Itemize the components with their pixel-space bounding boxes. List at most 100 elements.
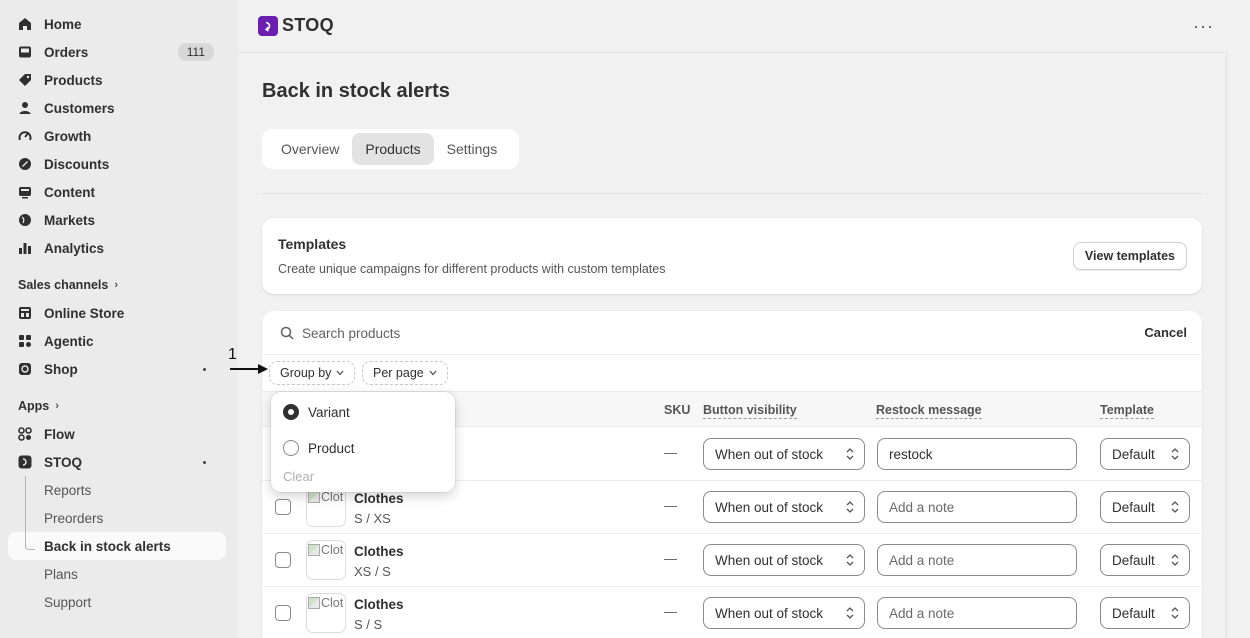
home-icon [18,17,32,31]
templates-card: Templates Create unique campaigns for di… [262,218,1202,294]
button-visibility-select[interactable]: When out of stock [703,544,865,576]
button-visibility-column-header[interactable]: Button visibility [703,403,797,419]
divider [1226,53,1227,638]
table-row[interactable]: Clot Clothes S / S — When out of stock A… [262,587,1202,638]
discount-icon [18,157,32,171]
thumbnail-alt-text: Clot [321,596,344,610]
clear-button[interactable]: Clear [283,469,314,484]
radio-button[interactable] [283,440,299,456]
row-checkbox[interactable] [275,552,291,568]
product-name: Clothes [354,491,404,506]
sidebar-item-agentic[interactable]: Agentic [0,327,230,355]
apps-header[interactable]: Apps › [0,392,238,420]
tab-settings[interactable]: Settings [434,133,511,165]
template-column-header[interactable]: Template [1100,403,1154,419]
template-select[interactable]: Default [1100,544,1190,576]
sidebar-subitem-reports[interactable]: Reports [0,476,226,504]
group-by-option-product[interactable]: Product [283,440,355,456]
product-name: Clothes [354,597,404,612]
restock-message-column-header[interactable]: Restock message [876,403,982,419]
sidebar-item-label: Agentic [44,333,94,349]
view-templates-button[interactable]: View templates [1072,242,1187,270]
tag-icon [18,73,32,87]
sidebar-subitem-plans[interactable]: Plans [0,560,226,588]
restock-message-field[interactable]: restock [877,438,1077,470]
button-visibility-select[interactable]: When out of stock [703,597,865,629]
product-thumbnail: Clot [306,593,346,633]
row-checkbox[interactable] [275,605,291,621]
search-box [272,319,1124,347]
select-value: When out of stock [715,499,824,515]
select-arrows-icon [846,554,854,566]
sidebar-item-label: Analytics [44,240,105,256]
sidebar-item-products[interactable]: Products [0,66,230,94]
sidebar-item-customers[interactable]: Customers [0,94,230,122]
sidebar-item-markets[interactable]: Markets [0,206,230,234]
person-icon [18,101,32,115]
sidebar-item-home[interactable]: Home [0,10,230,38]
status-dot [203,461,206,464]
tab-products[interactable]: Products [352,133,434,165]
template-select[interactable]: Default [1100,438,1190,470]
group-by-option-variant[interactable]: Variant [283,404,350,420]
product-thumbnail: Clot [306,487,346,527]
restock-message-field[interactable]: Add a note [877,544,1077,576]
restock-message-field[interactable]: Add a note [877,597,1077,629]
inbox-icon [18,45,32,59]
tab-overview[interactable]: Overview [268,133,352,165]
per-page-filter[interactable]: Per page [362,361,448,385]
template-select[interactable]: Default [1100,597,1190,629]
group-by-label: Group by [280,366,332,380]
restock-message-field[interactable]: Add a note [877,491,1077,523]
apps-label: Apps [18,399,50,413]
sidebar-item-online-store[interactable]: Online Store [0,299,230,327]
radio-button-selected[interactable] [283,404,299,420]
select-arrows-icon [1171,501,1179,513]
product-thumbnail: Clot [306,540,346,580]
broken-image-icon [308,544,320,556]
templates-title: Templates [278,236,347,252]
select-arrows-icon [1171,554,1179,566]
sidebar-item-shop[interactable]: Shop [0,355,230,383]
chevron-down-icon [429,368,437,378]
cancel-search-button[interactable]: Cancel [1144,325,1187,340]
stoq-icon [18,455,32,469]
product-variant: XS / S [354,564,391,579]
shop-icon [18,362,32,376]
sidebar-item-analytics[interactable]: Analytics [0,234,230,262]
button-visibility-select[interactable]: When out of stock [703,491,865,523]
sku-cell: — [664,498,677,513]
sidebar-item-orders[interactable]: Orders 111 [0,38,230,66]
status-dot [203,368,206,371]
sidebar-item-growth[interactable]: Growth [0,122,230,150]
product-variant: S / S [354,617,383,632]
sku-cell: — [664,604,677,619]
store-icon [18,306,32,320]
sidebar-item-flow[interactable]: Flow [0,420,230,448]
template-select[interactable]: Default [1100,491,1190,523]
tab-bar: Overview Products Settings [262,129,519,169]
sales-channels-header[interactable]: Sales channels › [0,271,238,299]
sidebar-subitem-label: Back in stock alerts [44,538,171,554]
select-value: Default [1112,446,1155,462]
select-value: When out of stock [715,446,824,462]
sidebar-item-label: Shop [44,361,78,377]
sidebar-subitem-back-in-stock-alerts[interactable]: Back in stock alerts [8,532,226,560]
filter-row: Group by Per page [262,355,1202,391]
agentic-icon [18,334,32,348]
sidebar-subitem-preorders[interactable]: Preorders [0,504,226,532]
sidebar-item-stoq[interactable]: STOQ [0,448,230,476]
group-by-filter[interactable]: Group by [269,361,356,385]
button-visibility-select[interactable]: When out of stock [703,438,865,470]
sidebar-item-discounts[interactable]: Discounts [0,150,230,178]
search-input[interactable] [302,325,1102,341]
table-row[interactable]: Clot Clothes XS / S — When out of stock … [262,534,1202,587]
sidebar-subitem-support[interactable]: Support [0,588,226,616]
annotation-arrow-icon [230,364,268,374]
bar-chart-icon [18,241,32,255]
option-label: Variant [308,404,350,420]
row-checkbox[interactable] [275,499,291,515]
more-options-button[interactable]: ··· [1193,16,1214,37]
sidebar-item-content[interactable]: Content [0,178,230,206]
sidebar-item-label: Growth [44,128,92,144]
